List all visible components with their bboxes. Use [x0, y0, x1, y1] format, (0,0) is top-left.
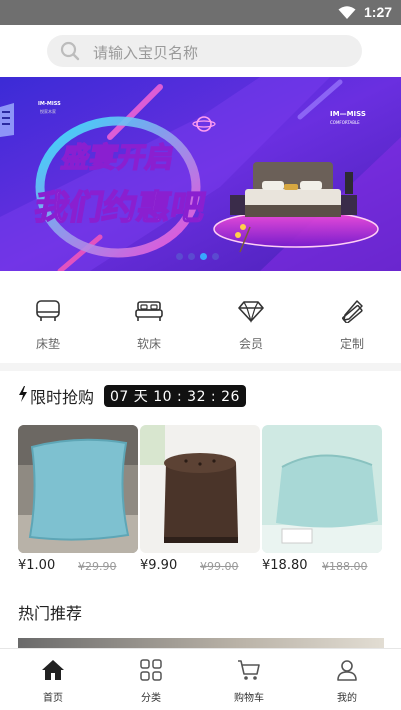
- tab-label: 我的: [337, 693, 357, 704]
- tab-cart[interactable]: 购物车: [219, 659, 279, 704]
- category-label: 床垫: [35, 337, 60, 351]
- tab-label: 分类: [141, 693, 161, 704]
- banner-headline-2: 我们约惠吧: [31, 188, 208, 228]
- search-placeholder: 请输入宝贝名称: [93, 44, 199, 62]
- product-price: ¥1.00: [18, 558, 56, 573]
- category-mattress[interactable]: 床垫: [18, 299, 78, 352]
- product-image[interactable]: [18, 425, 138, 553]
- bed-icon: [135, 301, 163, 327]
- product-card[interactable]: ¥9.90 ¥99.00: [140, 425, 260, 573]
- pager-dot[interactable]: [188, 253, 195, 260]
- pager-dot-active[interactable]: [200, 253, 207, 260]
- diamond-icon: [237, 301, 265, 327]
- wifi-icon: [338, 5, 356, 24]
- tab-profile[interactable]: 我的: [317, 659, 377, 704]
- bottom-tab-bar: 首页 分类 购物车 我的: [0, 648, 401, 710]
- status-time: 1:27: [364, 4, 393, 20]
- product-old-price: ¥188.00: [322, 560, 368, 573]
- category-label: 会员: [238, 337, 263, 351]
- product-old-price: ¥29.90: [78, 560, 117, 573]
- banner-brand-right: IM—MISS: [330, 110, 366, 118]
- flash-sale-title: 限时抢购: [30, 388, 95, 407]
- pager-dot[interactable]: [176, 253, 183, 260]
- category-nav: 床垫 软床 会员 定制: [0, 271, 401, 371]
- grid-icon: [140, 659, 162, 685]
- product-card[interactable]: ¥1.00 ¥29.90: [18, 425, 138, 573]
- banner-brand-left: IM-MISS: [38, 101, 61, 107]
- home-icon: [41, 660, 65, 685]
- search-input[interactable]: 请输入宝贝名称: [47, 35, 362, 67]
- flash-sale-header: 限时抢购 07 天 10 : 32 : 26: [18, 384, 246, 408]
- tab-category[interactable]: 分类: [121, 659, 181, 704]
- pager-dot[interactable]: [212, 253, 219, 260]
- banner-brand-right-sub: COMFORTABLE: [330, 120, 360, 125]
- banner-headline-1: 盛宴开启: [59, 141, 177, 174]
- category-label: 定制: [339, 337, 364, 351]
- product-old-price: ¥99.00: [200, 560, 239, 573]
- pencil-ruler-icon: [339, 300, 365, 327]
- banner-brand-left-sub: 悦家木家: [40, 108, 56, 114]
- category-custom[interactable]: 定制: [322, 299, 382, 352]
- tab-label: 首页: [43, 693, 63, 704]
- promo-banner[interactable]: IM-MISS 悦家木家 IM—MISS COMFORTABLE 盛宴开启 我们…: [0, 77, 401, 271]
- product-image[interactable]: [262, 425, 382, 553]
- hot-section-title: 热门推荐: [18, 604, 83, 623]
- product-price: ¥18.80: [262, 558, 308, 573]
- tab-label: 购物车: [234, 693, 264, 704]
- flash-sale-countdown: 07 天 10 : 32 : 26: [104, 385, 246, 407]
- search-icon: [60, 41, 80, 65]
- lightning-icon: [18, 386, 28, 406]
- status-bar: 1:27: [0, 0, 401, 25]
- cart-icon: [237, 660, 261, 685]
- product-image[interactable]: [140, 425, 260, 553]
- product-price: ¥9.90: [140, 558, 178, 573]
- category-label: 软床: [136, 337, 161, 351]
- mattress-icon: [35, 300, 61, 327]
- product-card[interactable]: ¥18.80 ¥188.00: [262, 425, 382, 573]
- user-icon: [336, 660, 358, 685]
- search-bar: 请输入宝贝名称: [0, 25, 401, 77]
- tab-home[interactable]: 首页: [23, 659, 83, 704]
- category-bed[interactable]: 软床: [119, 299, 179, 352]
- category-member[interactable]: 会员: [221, 299, 281, 352]
